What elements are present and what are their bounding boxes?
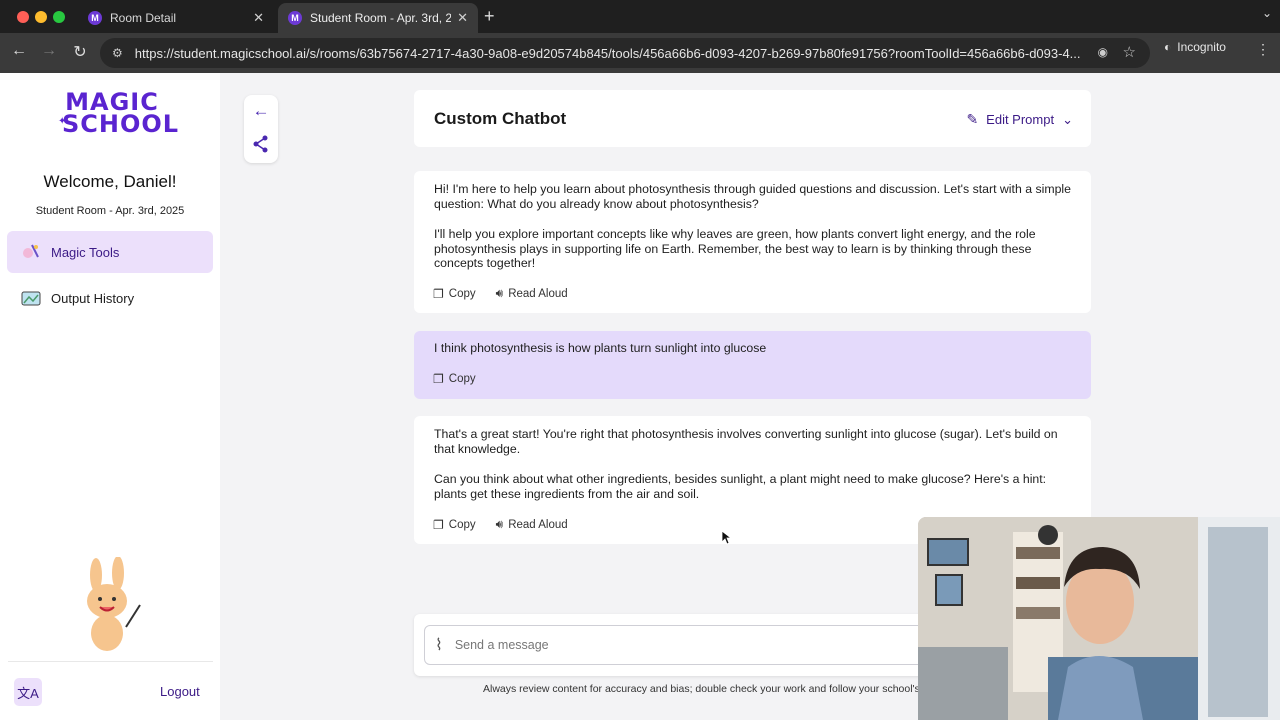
speaker-icon: 🔊︎ (495, 517, 504, 531)
read-aloud-label: Read Aloud (508, 518, 568, 531)
copy-label: Copy (448, 287, 476, 300)
copy-button[interactable]: ❐ Copy (433, 372, 476, 386)
site-settings-icon[interactable]: ⚙ (112, 46, 123, 60)
message-placeholder: Send a message (454, 638, 549, 652)
disclaimer-text: Always review content for accuracy and b… (483, 683, 918, 695)
reload-icon[interactable]: ↻ (70, 42, 90, 62)
tab-room-detail[interactable]: M Room Detail ✕ (78, 3, 274, 33)
sparkle-icon: ✦ (58, 116, 68, 127)
welcome-heading: Welcome, Daniel! (43, 172, 177, 191)
copy-icon: ❐ (433, 372, 444, 386)
bookmark-star-icon[interactable]: ☆ (1123, 43, 1136, 61)
incognito-icon: ◐ (1164, 40, 1172, 54)
minimize-window-button[interactable] (35, 11, 47, 23)
sidebar-item-output-history[interactable]: Output History (7, 277, 213, 319)
browser-toolbar: ← → ↻ ⚙ https://student.magicschool.ai/s… (0, 33, 1280, 73)
message-paragraph: Can you think about what other ingredien… (434, 472, 1047, 501)
message-paragraph: That's a great start! You're right that … (434, 427, 1058, 456)
logout-button[interactable]: Logout (160, 684, 200, 699)
copy-icon: ❐ (433, 517, 444, 532)
sidebar-item-magic-tools[interactable]: Magic Tools (7, 231, 213, 273)
back-icon[interactable]: ← (9, 42, 29, 60)
paperclip-icon[interactable]: ⌇ (435, 635, 443, 655)
sidebar-item-label: Output History (51, 290, 135, 306)
message-paragraph: I'll help you explore important concepts… (434, 227, 1036, 270)
close-window-button[interactable] (17, 11, 29, 23)
chevron-down-icon: ⌄ (1062, 111, 1073, 127)
share-icon[interactable] (244, 135, 278, 158)
assistant-message: Hi! I'm here to help you learn about pho… (414, 171, 1091, 313)
tab-title: Room Detail (110, 11, 177, 25)
magicschool-favicon-icon: M (288, 11, 302, 25)
mouse-cursor-icon (721, 530, 731, 545)
translate-icon[interactable]: 文A (14, 678, 42, 706)
read-aloud-button[interactable]: 🔊︎ Read Aloud (496, 517, 568, 532)
edit-prompt-button[interactable]: ✎ Edit Prompt ⌄ (966, 111, 1073, 128)
eye-off-icon[interactable]: ◉ (1098, 45, 1108, 59)
copy-label: Copy (448, 373, 476, 385)
magicschool-favicon-icon: M (88, 11, 102, 25)
message-paragraph: I think photosynthesis is how plants tur… (434, 341, 767, 355)
message-composer: ⌇ Send a message (414, 614, 934, 676)
copy-button[interactable]: ❐ Copy (433, 517, 476, 532)
copy-button[interactable]: ❐ Copy (433, 286, 476, 301)
tab-student-room[interactable]: M Student Room - Apr. 3rd, 2025 ✕ (278, 3, 478, 33)
edit-prompt-label: Edit Prompt (986, 112, 1055, 127)
action-pill: ← (244, 95, 278, 163)
incognito-badge[interactable]: ◐ Incognito (1164, 40, 1226, 54)
speaker-icon: 🔊︎ (495, 286, 504, 300)
read-aloud-button[interactable]: 🔊︎ Read Aloud (496, 286, 568, 301)
message-paragraph: Hi! I'm here to help you learn about pho… (434, 182, 1071, 211)
browser-menu-icon[interactable]: ⋮ (1256, 41, 1270, 58)
maximize-window-button[interactable] (53, 11, 65, 23)
close-tab-icon[interactable]: ✕ (253, 10, 264, 26)
output-history-icon (21, 288, 41, 308)
address-bar[interactable]: ⚙ https://student.magicschool.ai/s/rooms… (100, 38, 1150, 68)
room-name: Student Room - Apr. 3rd, 2025 (35, 205, 185, 217)
incognito-label: Incognito (1177, 40, 1226, 54)
new-tab-icon[interactable]: + (484, 6, 495, 27)
page-title: Custom Chatbot (434, 109, 567, 128)
sidebar-divider (8, 661, 213, 662)
forward-icon[interactable]: → (39, 42, 59, 60)
bunny-mascot-image (78, 556, 148, 653)
pencil-icon: ✎ (966, 111, 979, 127)
chevron-down-icon[interactable]: ⌄ (1262, 6, 1272, 20)
close-tab-icon[interactable]: ✕ (457, 10, 468, 26)
chatbot-header: Custom Chatbot ✎ Edit Prompt ⌄ (414, 90, 1091, 147)
sidebar-item-label: Magic Tools (51, 244, 120, 260)
url-text: https://student.magicschool.ai/s/rooms/6… (134, 45, 1081, 61)
browser-tab-bar: M Room Detail ✕ M Student Room - Apr. 3r… (0, 0, 1280, 33)
copy-icon: ❐ (433, 286, 444, 301)
copy-label: Copy (448, 518, 476, 531)
logo-line-2: SCHOOL (62, 110, 180, 138)
read-aloud-label: Read Aloud (508, 287, 568, 300)
user-message: I think photosynthesis is how plants tur… (414, 331, 1091, 399)
magic-tools-icon (21, 242, 41, 262)
webcam-video-overlay (918, 517, 1280, 720)
back-arrow-icon[interactable]: ← (244, 101, 278, 121)
message-input[interactable]: ⌇ Send a message (424, 625, 934, 665)
tab-title: Student Room - Apr. 3rd, 2025 (310, 11, 452, 25)
sidebar: ✦ MAGIC SCHOOL Welcome, Daniel! Student … (0, 73, 220, 720)
magicschool-logo[interactable]: ✦ MAGIC SCHOOL (58, 90, 180, 138)
